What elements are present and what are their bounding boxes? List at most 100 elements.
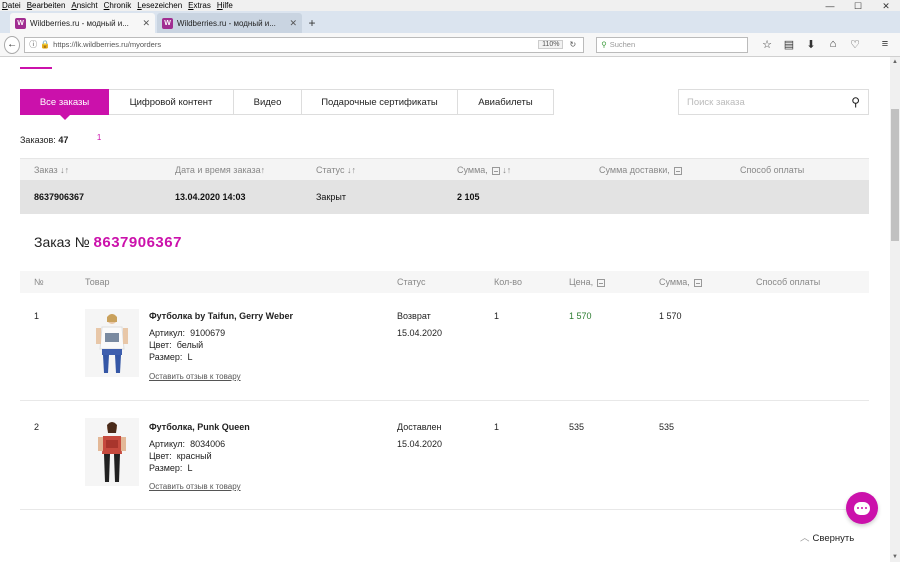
- leave-review-link[interactable]: Оставить отзыв к товару: [149, 372, 241, 381]
- item-status: Возврат: [397, 311, 431, 321]
- tab-title: Wildberries.ru - модный и...: [177, 18, 276, 28]
- page-scrollbar[interactable]: ▲ ▼: [890, 57, 900, 562]
- col-item-qty: Кол-во: [494, 277, 522, 287]
- scroll-down-icon[interactable]: ▼: [890, 554, 900, 560]
- product-image-white-tshirt[interactable]: [85, 309, 139, 377]
- tab-video[interactable]: Видео: [234, 89, 302, 115]
- article-value: 8034006: [190, 439, 226, 449]
- tab-air-tickets[interactable]: Авиабилеты: [458, 89, 554, 115]
- info-icon[interactable]: ⓘ: [29, 39, 37, 50]
- sort-icon[interactable]: ↓↑: [347, 165, 356, 175]
- col-status[interactable]: Статус ↓↑: [316, 159, 356, 181]
- product-article: Артикул: 9100679: [149, 327, 225, 339]
- order-search-input[interactable]: Поиск заказа ⚲: [678, 89, 869, 115]
- menu-hilfe[interactable]: Hilfe: [217, 1, 233, 10]
- tab-title: Wildberries.ru - модный и...: [30, 18, 129, 28]
- download-icon[interactable]: ⬇: [800, 38, 822, 51]
- col-item-sum: Сумма,: [659, 271, 702, 293]
- size-label: Размер:: [149, 352, 183, 362]
- item-price: 1 570: [569, 311, 592, 321]
- item-sum: 535: [659, 422, 675, 432]
- search-icon[interactable]: ⚲: [851, 95, 860, 109]
- wildberries-favicon-icon: W: [15, 17, 26, 29]
- menu-chronik[interactable]: Chronik: [104, 1, 132, 10]
- currency-icon: [673, 166, 682, 175]
- col-item-price-label: Цена,: [569, 277, 594, 287]
- scrollbar-thumb[interactable]: [891, 109, 899, 241]
- col-date[interactable]: Дата и время заказа↑: [175, 159, 265, 181]
- order-detail-title: Заказ № 8637906367: [34, 234, 182, 251]
- col-item-product: Товар: [85, 277, 110, 287]
- item-status-date: 15.04.2020: [397, 328, 443, 338]
- product-image-red-tshirt[interactable]: [85, 418, 139, 486]
- window-controls: — ☐ ✕: [816, 0, 900, 12]
- new-tab-icon[interactable]: +: [304, 13, 320, 33]
- close-tab-icon[interactable]: ✕: [289, 18, 297, 29]
- sort-icon[interactable]: ↓↑: [60, 165, 69, 175]
- zoom-level[interactable]: 110%: [538, 40, 564, 49]
- product-name[interactable]: Футболка, Punk Queen: [149, 422, 250, 432]
- close-tab-icon[interactable]: ✕: [142, 18, 150, 29]
- home-icon[interactable]: ⌂: [822, 38, 844, 51]
- product-color: Цвет: красный: [149, 450, 225, 462]
- chat-button[interactable]: [846, 492, 878, 524]
- pocket-icon[interactable]: ♡: [844, 38, 866, 51]
- url-text[interactable]: https://lk.wildberries.ru/myorders: [53, 40, 538, 49]
- page-content: Все заказы Цифровой контент Видео Подаро…: [0, 57, 890, 562]
- color-label: Цвет:: [149, 451, 172, 461]
- browser-navbar: ← ⓘ 🔒 https://lk.wildberries.ru/myorders…: [0, 33, 900, 57]
- sort-icon[interactable]: ↓↑: [502, 165, 511, 175]
- size-value: L: [187, 463, 193, 473]
- items-table-header: № Товар Статус Кол-во Цена, Сумма, Спосо…: [20, 271, 869, 293]
- col-item-status: Статус: [397, 277, 426, 287]
- menu-ansicht[interactable]: Ansicht: [71, 1, 97, 10]
- orders-count: Заказов: 47 1: [20, 133, 101, 145]
- product-name[interactable]: Футболка by Taifun, Gerry Weber: [149, 311, 293, 321]
- reader-list-icon[interactable]: ▤: [778, 38, 800, 51]
- order-row[interactable]: 8637906367 13.04.2020 14:03 Закрыт 2 105: [20, 180, 869, 214]
- menu-datei[interactable]: Datei: [2, 1, 21, 10]
- order-search-placeholder: Поиск заказа: [687, 96, 745, 108]
- menu-bearbeiten[interactable]: Bearbeiten: [27, 1, 66, 10]
- item-qty: 1: [494, 422, 500, 432]
- accent-underline: [20, 67, 52, 69]
- sort-icon[interactable]: ↑: [261, 165, 266, 175]
- leave-review-link[interactable]: Оставить отзыв к товару: [149, 482, 241, 491]
- collapse-link[interactable]: ︿ Свернуть: [800, 530, 854, 544]
- size-value: L: [187, 352, 193, 362]
- browser-search-input[interactable]: ⚲ Suchen: [596, 36, 748, 53]
- tab-all-orders[interactable]: Все заказы: [20, 89, 109, 120]
- reload-icon[interactable]: ↻: [569, 40, 576, 49]
- order-date: 13.04.2020 14:03: [175, 192, 246, 202]
- page-number-link[interactable]: 1: [97, 133, 101, 142]
- wildberries-favicon-icon: W: [162, 17, 173, 29]
- maximize-icon[interactable]: ☐: [844, 0, 872, 12]
- order-sum: 2 105: [457, 192, 480, 202]
- hamburger-menu-icon[interactable]: ≡: [874, 38, 896, 51]
- col-date-label: Дата и время заказа: [175, 165, 261, 175]
- article-label: Артикул:: [149, 439, 186, 449]
- browser-menubar: Datei Bearbeiten Ansicht Chronik Lesezei…: [0, 0, 900, 11]
- col-delivery-label: Сумма доставки,: [599, 165, 670, 175]
- minimize-icon[interactable]: —: [816, 0, 844, 12]
- color-value: красный: [176, 451, 212, 461]
- menu-extras[interactable]: Extras: [188, 1, 211, 10]
- col-status-label: Статус: [316, 165, 345, 175]
- col-item-sum-label: Сумма,: [659, 277, 690, 287]
- lock-icon: 🔒: [40, 40, 51, 49]
- url-bar[interactable]: ⓘ 🔒 https://lk.wildberries.ru/myorders 1…: [24, 36, 585, 53]
- col-sum[interactable]: Сумма, ↓↑: [457, 159, 511, 181]
- browser-tab-2[interactable]: W Wildberries.ru - модный и... ✕: [157, 13, 302, 33]
- close-window-icon[interactable]: ✕: [872, 0, 900, 12]
- col-item-n: №: [34, 277, 44, 287]
- tab-digital-content[interactable]: Цифровой контент: [109, 89, 234, 115]
- col-order[interactable]: Заказ ↓↑: [34, 159, 69, 181]
- tab-gift-certificates[interactable]: Подарочные сертификаты: [302, 89, 458, 115]
- scroll-up-icon[interactable]: ▲: [890, 59, 900, 65]
- bookmark-star-icon[interactable]: ☆: [756, 38, 778, 51]
- browser-tab-1[interactable]: W Wildberries.ru - модный и... ✕: [10, 13, 155, 33]
- order-tabs: Все заказы Цифровой контент Видео Подаро…: [20, 89, 554, 120]
- item-number: 1: [34, 311, 40, 321]
- back-arrow-icon[interactable]: ←: [4, 35, 21, 54]
- menu-lesezeichen[interactable]: Lesezeichen: [137, 1, 182, 10]
